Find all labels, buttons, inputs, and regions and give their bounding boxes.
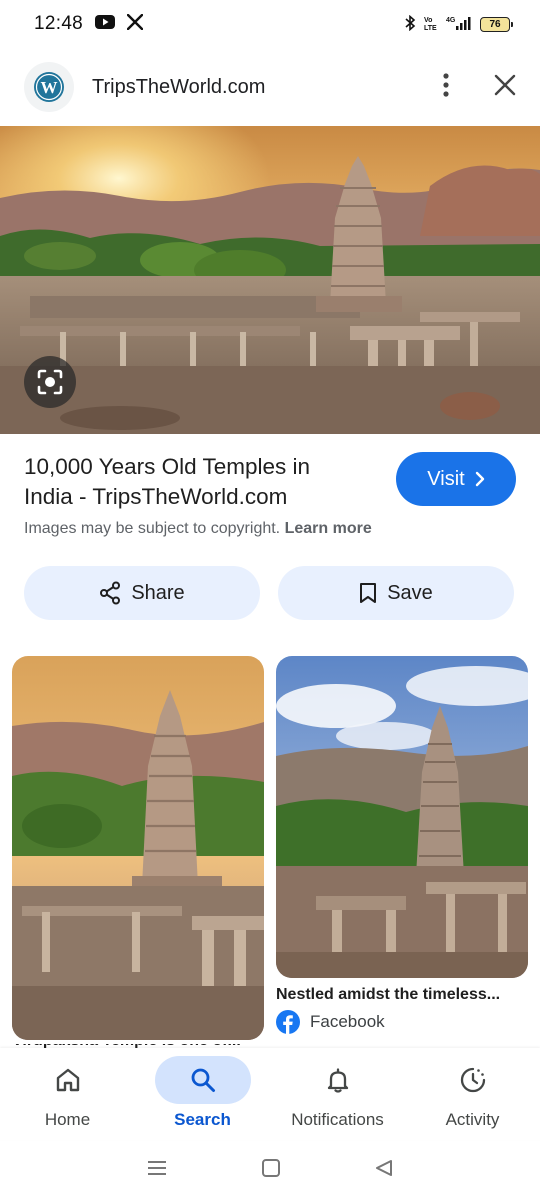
nav-notifications-label: Notifications — [291, 1110, 384, 1129]
site-header: W TripsTheWorld.com — [0, 58, 540, 116]
related-image-2[interactable] — [276, 656, 528, 978]
bluetooth-icon — [404, 14, 416, 34]
share-icon — [100, 581, 121, 605]
volte-icon: Vo LTE — [424, 15, 438, 34]
save-label: Save — [387, 581, 433, 604]
save-button[interactable]: Save — [278, 566, 514, 620]
copyright-text: Images may be subject to copyright. — [24, 520, 281, 537]
more-vert-icon[interactable] — [442, 72, 450, 103]
site-title[interactable]: TripsTheWorld.com — [92, 76, 265, 99]
nav-search[interactable]: Search — [135, 1048, 270, 1140]
search-icon — [191, 1068, 215, 1092]
svg-text:LTE: LTE — [424, 25, 437, 31]
facebook-icon — [276, 1010, 300, 1034]
signal-icon: 4G — [446, 15, 472, 34]
share-button[interactable]: Share — [24, 566, 260, 620]
related-image-1[interactable] — [12, 656, 264, 1040]
nav-search-label: Search — [174, 1110, 231, 1129]
result-title[interactable]: 10,000 Years Old Temples in India - Trip… — [24, 452, 364, 512]
visit-label: Visit — [427, 467, 465, 490]
source-label: Facebook — [310, 1012, 385, 1031]
battery-level: 76 — [489, 18, 501, 30]
home-button-icon[interactable] — [261, 1158, 281, 1183]
nav-home[interactable]: Home — [0, 1048, 135, 1140]
related-caption-2[interactable]: Nestled amidst the timeless... — [276, 986, 528, 1004]
system-navigation — [0, 1140, 540, 1200]
svg-text:Vo: Vo — [424, 17, 432, 24]
youtube-icon — [95, 14, 116, 34]
battery-indicator: 76 — [480, 16, 513, 32]
wordpress-icon: W — [34, 72, 64, 102]
camera-lens-icon — [37, 369, 63, 395]
nav-home-label: Home — [44, 1110, 91, 1129]
visit-button[interactable]: Visit — [396, 452, 516, 506]
nav-notifications[interactable]: Notifications — [270, 1048, 405, 1140]
back-icon[interactable] — [374, 1158, 394, 1183]
chevron-right-icon — [475, 471, 484, 487]
related-source-2[interactable]: Facebook — [276, 1010, 385, 1034]
lens-button[interactable] — [24, 356, 76, 408]
bookmark-icon — [360, 583, 377, 603]
status-time: 12:48 — [34, 13, 84, 34]
recents-icon[interactable] — [146, 1159, 168, 1182]
hero-image[interactable] — [0, 126, 540, 434]
x-icon — [126, 13, 144, 35]
home-icon — [56, 1068, 79, 1092]
nav-activity[interactable]: Activity — [405, 1048, 540, 1140]
nav-activity-label: Activity — [445, 1110, 500, 1129]
close-icon[interactable] — [494, 74, 516, 101]
copyright-notice: Images may be subject to copyright. Lear… — [24, 520, 372, 538]
bottom-navigation: Home Search Notifications Activity — [0, 1048, 540, 1140]
bell-icon — [327, 1068, 348, 1093]
history-icon — [460, 1067, 485, 1093]
network-label: 4G — [446, 17, 456, 24]
share-label: Share — [131, 581, 185, 604]
site-logo[interactable]: W — [24, 62, 74, 112]
svg-text:W: W — [41, 78, 58, 97]
status-bar: 12:48 Vo LTE 4G 76 — [0, 0, 540, 48]
learn-more-link[interactable]: Learn more — [285, 520, 372, 537]
